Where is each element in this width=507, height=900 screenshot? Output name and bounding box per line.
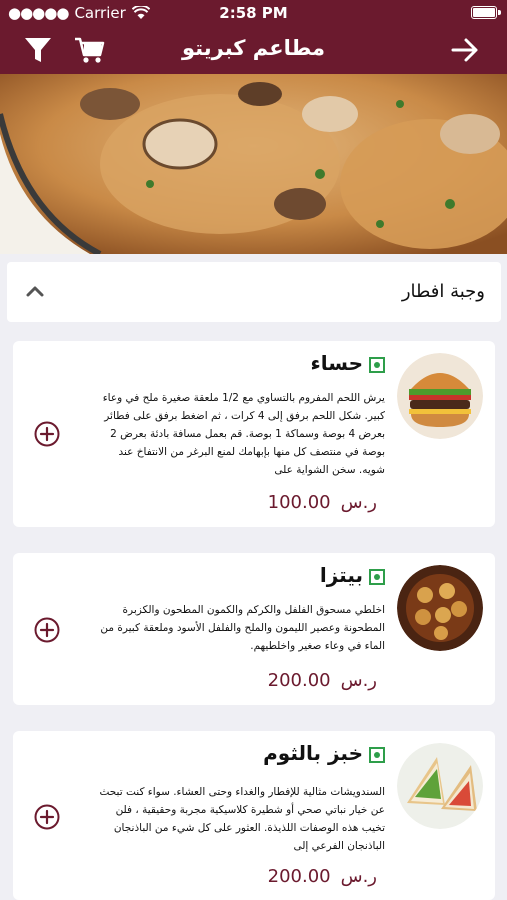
item-price: ر.س 100.00 [268,492,377,513]
sandwich-image [397,743,483,829]
arrow-right-icon[interactable] [449,34,481,66]
page-title: مطاعم كبريتو [182,36,325,60]
item-name: حساء [310,351,364,375]
battery-icon [471,6,501,19]
app-header: ●●●●● Carrier 2:58 PM مطاعم كبريتو [0,0,507,74]
veg-indicator-icon [369,747,385,763]
plus-circle-icon[interactable] [34,617,60,643]
menu-item-card[interactable]: حساء يرش اللحم المفروم بالتساوي مع 1/2 م… [13,341,495,527]
status-bar: ●●●●● Carrier 2:58 PM [0,0,507,26]
item-currency: ر.س [340,492,377,513]
item-currency: ر.س [340,866,377,887]
item-currency: ر.س [340,670,377,691]
item-price-value: 100.00 [267,492,331,513]
item-price: ر.س 200.00 [268,866,377,887]
item-name: بيتزا [319,563,363,587]
hero-image [0,74,507,254]
veg-indicator-icon [369,357,385,373]
chevron-up-icon[interactable] [25,282,45,302]
menu-item-card[interactable]: خبز بالثوم السندويشات مثالية للإفطار وال… [13,731,495,900]
nav-bar: مطاعم كبريتو [0,26,507,74]
category-header-breakfast[interactable]: وجبة افطار [7,262,501,322]
item-name: خبز بالثوم [263,741,363,765]
status-time: 2:58 PM [219,4,288,22]
item-description: اخلطي مسحوق الفلفل والكركم والكمون المطح… [100,604,385,652]
menu-item-card[interactable]: بيتزا اخلطي مسحوق الفلفل والكركم والكمون… [13,553,495,705]
plus-circle-icon[interactable] [34,421,60,447]
category-label: وجبة افطار [401,281,485,302]
item-description: يرش اللحم المفروم بالتساوي مع 1/2 ملعقة … [102,392,385,476]
item-price: ر.س 200.00 [268,670,377,691]
burger-image [397,353,483,439]
item-price-value: 200.00 [267,670,331,691]
dish-image [397,565,483,651]
item-description: السندويشات مثالية للإفطار والغداء وحتى ا… [99,786,385,852]
item-price-value: 200.00 [267,866,331,887]
plus-circle-icon[interactable] [34,804,60,830]
veg-indicator-icon [369,569,385,585]
